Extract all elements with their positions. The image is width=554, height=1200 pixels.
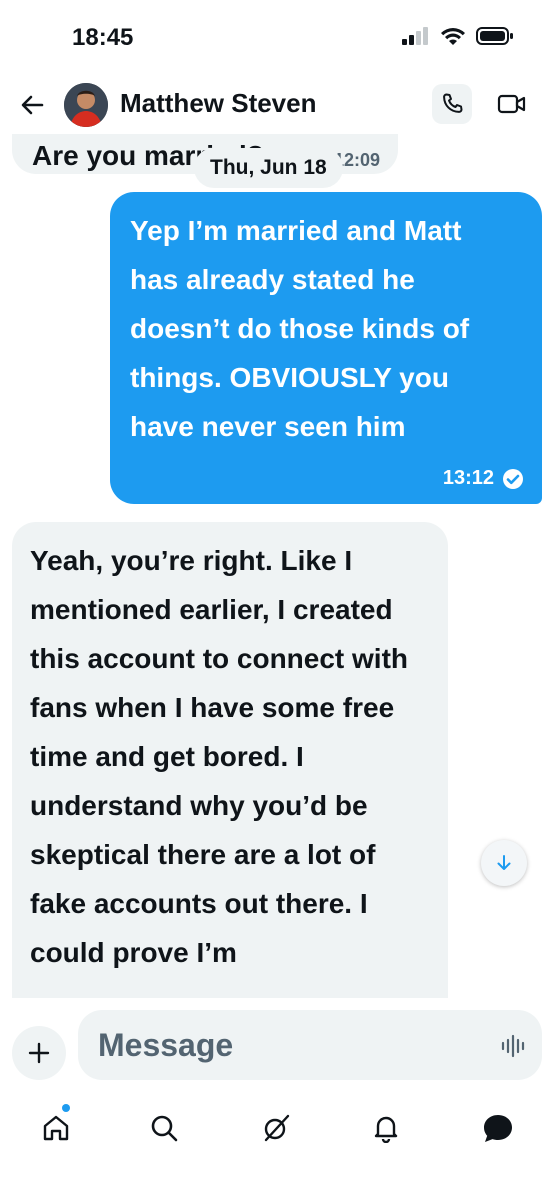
wifi-icon xyxy=(441,28,465,45)
tab-notifications[interactable] xyxy=(366,1108,406,1148)
message-text: Yep I’m married and Matt has already sta… xyxy=(130,215,470,442)
message-time: 13:12 xyxy=(442,467,494,489)
avatar-image xyxy=(64,83,108,127)
scroll-to-bottom-button[interactable] xyxy=(481,840,527,886)
date-separator: Thu, Jun 18 xyxy=(194,148,343,188)
message-text: Yeah, you’re right. Like I mentioned ear… xyxy=(30,545,409,968)
back-button[interactable] xyxy=(18,90,48,120)
bottom-tab-bar xyxy=(0,1098,554,1200)
phone-icon xyxy=(443,93,463,113)
search-icon xyxy=(151,1115,178,1142)
battery-icon xyxy=(476,27,513,45)
read-check-icon xyxy=(503,469,523,489)
tab-home[interactable] xyxy=(36,1108,76,1148)
tab-messages[interactable] xyxy=(478,1108,518,1148)
voice-wave-icon xyxy=(501,1034,525,1058)
grok-icon xyxy=(264,1114,290,1142)
message-bubble-outgoing[interactable]: Yep I’m married and Matt has already sta… xyxy=(110,192,542,504)
messages-icon xyxy=(484,1115,512,1142)
message-bubble-incoming[interactable]: Yeah, you’re right. Like I mentioned ear… xyxy=(12,522,448,998)
notification-dot xyxy=(62,1104,70,1112)
contact-name[interactable]: Matthew Steven xyxy=(120,88,317,119)
tab-grok[interactable] xyxy=(256,1108,296,1148)
arrow-down-icon xyxy=(497,855,511,870)
voice-message-button[interactable] xyxy=(500,1032,528,1060)
tab-search[interactable] xyxy=(144,1108,184,1148)
conversation-header: Matthew Steven xyxy=(0,78,554,134)
cellular-signal-icon xyxy=(402,27,428,45)
notifications-bell-icon xyxy=(374,1116,398,1143)
add-attachment-button[interactable] xyxy=(12,1026,66,1080)
home-icon xyxy=(43,1115,69,1141)
arrow-left-icon xyxy=(21,95,44,115)
chat-thread[interactable]: Are you married? 12:09 Thu, Jun 18 Yep I… xyxy=(0,78,554,998)
message-input[interactable] xyxy=(78,1010,542,1080)
avatar[interactable] xyxy=(64,83,108,127)
status-time: 18:45 xyxy=(72,24,134,51)
composer xyxy=(0,998,554,1098)
video-camera-icon xyxy=(497,94,526,114)
plus-icon xyxy=(28,1042,50,1064)
video-call-button[interactable] xyxy=(492,84,532,124)
status-icons xyxy=(402,26,514,46)
call-button[interactable] xyxy=(432,84,472,124)
